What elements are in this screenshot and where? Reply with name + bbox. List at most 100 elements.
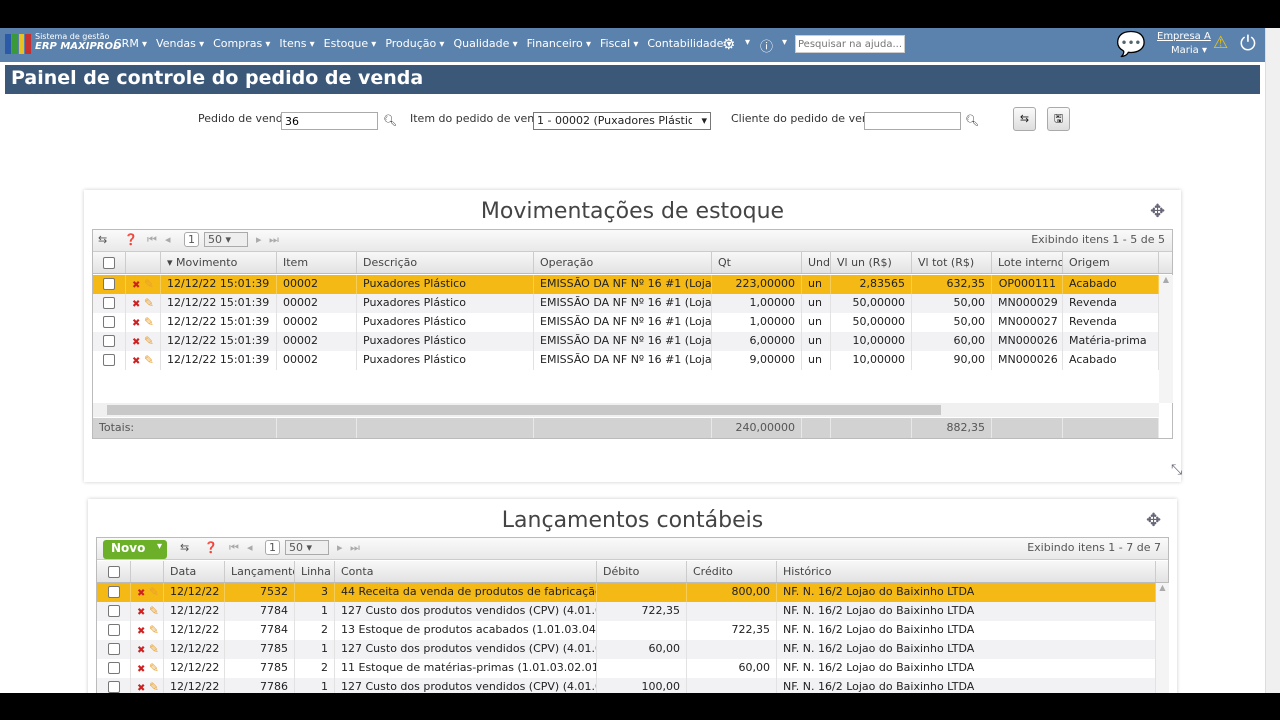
delete-icon[interactable]: ✖ [137,588,145,599]
save-button[interactable]: 🖫 [1047,107,1070,131]
first-page-icon[interactable]: ⏮ [147,233,157,247]
column-header[interactable]: Operação [534,252,712,273]
search-icon[interactable]: 🔍︎ [965,114,979,127]
menu-qualidade[interactable]: Qualidade [453,37,517,50]
menu-crm[interactable]: CRM [114,37,147,50]
chevron-down-icon[interactable]: ▾ [745,37,750,48]
column-header[interactable]: Qt [712,252,802,273]
menu-vendas[interactable]: Vendas [156,37,204,50]
chat-icon[interactable]: 💬 [1116,30,1146,58]
menu-financeiro[interactable]: Financeiro [527,37,591,50]
select-all-checkbox[interactable] [93,252,126,273]
order-input[interactable] [281,112,378,130]
menu-fiscal[interactable]: Fiscal [600,37,638,50]
row-checkbox[interactable] [107,681,120,693]
refresh-icon[interactable]: ⇆ [180,541,189,554]
select-all-checkbox[interactable] [97,561,131,582]
table-row[interactable]: ✖ ✎ 12/12/22 15:01:39 00002 Puxadores Plást… [93,294,1159,313]
delete-icon[interactable]: ✖ [137,607,145,618]
table-row[interactable]: ✖ ✎ 12/12/22 7784 2 13 Estoque de produtos a… [97,621,1156,640]
column-header[interactable]: Vl un (R$) [831,252,912,273]
column-header[interactable]: Item [277,252,357,273]
edit-icon[interactable]: ✎ [149,585,159,599]
column-header[interactable]: Histórico [777,561,1156,582]
column-header[interactable] [126,252,161,273]
delete-icon[interactable]: ✖ [137,683,145,693]
table-row[interactable]: ✖ ✎ 12/12/22 15:01:39 00002 Puxadores Plást… [93,275,1159,294]
help-icon[interactable]: ❓ [124,233,138,246]
prev-page-icon[interactable]: ◂ [247,541,253,554]
help-search-input[interactable] [795,35,905,53]
row-checkbox[interactable] [107,605,120,617]
menu-itens[interactable]: Itens [279,37,314,50]
column-header[interactable] [131,561,164,582]
client-input[interactable] [864,112,961,130]
delete-icon[interactable]: ✖ [137,664,145,675]
search-icon[interactable]: 🔍︎ [383,114,397,127]
first-page-icon[interactable]: ⏮ [229,541,239,555]
refresh-button[interactable]: ⇆ [1013,107,1036,131]
next-page-icon[interactable]: ▸ [256,233,262,246]
user-menu[interactable]: Maria ▾ [1171,45,1207,56]
vertical-scrollbar[interactable]: ▲ [1159,275,1173,403]
row-checkbox[interactable] [103,316,115,328]
column-header[interactable]: Lote interno [992,252,1063,273]
edit-icon[interactable]: ✎ [144,296,154,310]
delete-icon[interactable]: ✖ [132,299,140,310]
delete-icon[interactable]: ✖ [132,337,140,348]
checkbox[interactable] [107,566,120,578]
move-icon[interactable]: ✥ [1150,201,1165,222]
column-header[interactable]: Crédito [687,561,777,582]
column-header[interactable]: Origem [1063,252,1159,273]
row-checkbox[interactable] [107,586,120,598]
help-icon[interactable]: ❓ [204,541,218,554]
page-size-select[interactable]: 50 ▾ [204,232,248,247]
move-icon[interactable]: ✥ [1146,510,1161,531]
table-row[interactable]: ✖ ✎ 12/12/22 15:01:39 00002 Puxadores Plást… [93,313,1159,332]
vertical-scrollbar[interactable]: ▲ [1156,583,1169,693]
edit-icon[interactable]: ✎ [144,334,154,348]
power-icon[interactable]: ⏻ [1240,31,1256,55]
item-select[interactable]: 1 - 00002 (Puxadores Plástico) ▾ [533,112,711,130]
menu-compras[interactable]: Compras [213,37,270,50]
edit-icon[interactable]: ✎ [144,353,154,367]
column-header[interactable]: Débito [597,561,687,582]
next-page-icon[interactable]: ▸ [337,541,343,554]
edit-icon[interactable]: ✎ [149,623,159,637]
checkbox[interactable] [103,257,115,269]
table-row[interactable]: ✖ ✎ 12/12/22 7784 1 127 Custo dos produtos v… [97,602,1156,621]
row-checkbox[interactable] [107,643,120,655]
edit-icon[interactable]: ✎ [149,661,159,675]
table-row[interactable]: ✖ ✎ 12/12/22 7785 2 11 Estoque de matérias-p… [97,659,1156,678]
warning-icon[interactable]: ⚠ [1213,33,1228,53]
gear-icon[interactable]: ⚙ [722,35,735,53]
table-row[interactable]: ✖ ✎ 12/12/22 15:01:39 00002 Puxadores Plást… [93,332,1159,351]
delete-icon[interactable]: ✖ [132,356,140,367]
prev-page-icon[interactable]: ◂ [165,233,171,246]
edit-icon[interactable]: ✎ [149,642,159,656]
page-scrollbar[interactable] [1265,28,1280,693]
column-header[interactable]: Linha [295,561,335,582]
row-checkbox[interactable] [103,278,115,290]
row-checkbox[interactable] [103,354,115,366]
company-link[interactable]: Empresa A [1157,31,1211,42]
table-row[interactable]: ✖ ✎ 12/12/22 7785 1 127 Custo dos produtos v… [97,640,1156,659]
column-header[interactable]: Data [164,561,225,582]
edit-icon[interactable]: ✎ [149,604,159,618]
menu-estoque[interactable]: Estoque [324,37,377,50]
chevron-down-icon[interactable]: ▾ [782,37,787,48]
table-row[interactable]: ✖ ✎ 12/12/22 15:01:39 00002 Puxadores Plást… [93,351,1159,370]
column-header[interactable]: Und [802,252,831,273]
page-number[interactable]: 1 [184,232,199,247]
edit-icon[interactable]: ✎ [144,315,154,329]
edit-icon[interactable]: ✎ [149,680,159,693]
column-header[interactable]: Conta [335,561,597,582]
menu-contabilidade[interactable]: Contabilidade [647,37,731,50]
row-checkbox[interactable] [103,297,115,309]
resize-icon[interactable]: ⤡ [1171,462,1182,478]
column-header[interactable]: Lançamento [225,561,295,582]
delete-icon[interactable]: ✖ [137,645,145,656]
edit-icon[interactable]: ✎ [144,277,154,291]
delete-icon[interactable]: ✖ [132,280,140,291]
menu-produção[interactable]: Produção [385,37,444,50]
